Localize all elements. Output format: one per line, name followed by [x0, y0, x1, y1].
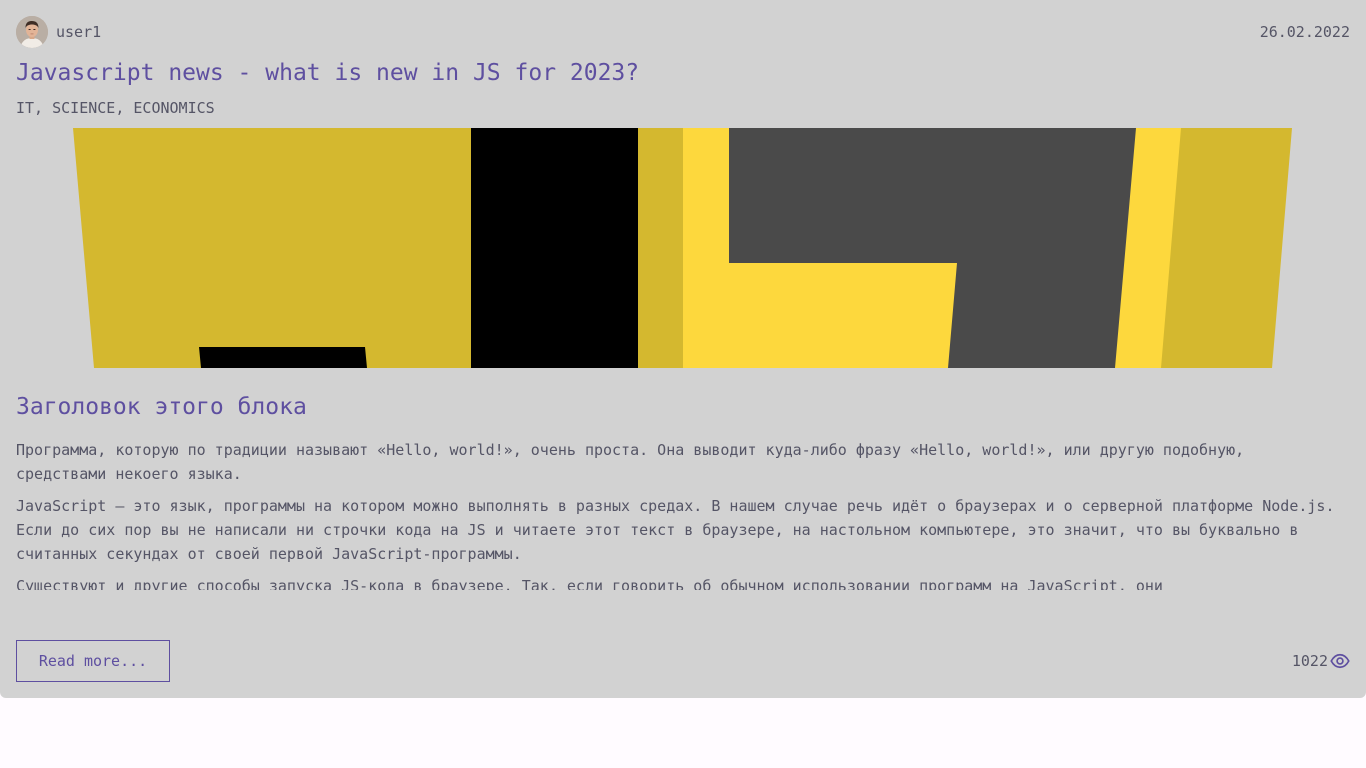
post-excerpt: Программа, которую по традиции называют … [16, 438, 1336, 590]
eye-icon [1330, 653, 1350, 669]
excerpt-paragraph: Существуют и другие способы запуска JS-к… [16, 577, 1163, 590]
read-more-button[interactable]: Read more... [16, 640, 170, 682]
views-count: 1022 [1291, 652, 1328, 670]
post-card: user1 26.02.2022 Javascript news - what … [0, 0, 1366, 698]
block-heading: Заголовок этого блока [16, 394, 307, 420]
author-username[interactable]: user1 [56, 24, 101, 40]
excerpt-paragraph: Программа, которую по традиции называют … [16, 441, 1245, 483]
post-date: 26.02.2022 [1259, 23, 1350, 41]
user-avatar[interactable] [16, 16, 48, 48]
post-hero-image [0, 128, 1366, 368]
post-header: user1 26.02.2022 [16, 16, 1350, 48]
js-logo-banner [73, 128, 1292, 368]
post-tags: IT, SCIENCE, ECONOMICS [16, 99, 215, 117]
views-counter: 1022 [1292, 651, 1350, 671]
avatar-image [16, 16, 48, 48]
post-title[interactable]: Javascript news - what is new in JS for … [16, 58, 639, 88]
excerpt-paragraph: JavaScript — это язык, программы на кото… [16, 497, 1335, 563]
